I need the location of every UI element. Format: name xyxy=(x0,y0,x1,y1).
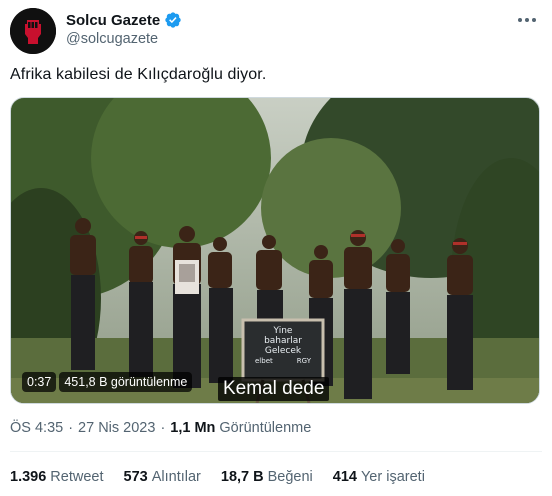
tweet-text: Afrika kabilesi de Kılıçdaroğlu diyor. xyxy=(10,66,267,83)
retweets-label: Retweet xyxy=(50,469,104,485)
bookmarks-label: Yer işareti xyxy=(360,469,425,485)
retweets-count: 1.396 xyxy=(10,469,47,485)
sign-line: elbet xyxy=(255,357,273,365)
video-player[interactable]: Yine baharlar Gelecek elbet RGY xyxy=(10,97,540,404)
video-duration: 0:37 xyxy=(22,372,57,392)
quotes-label: Alıntılar xyxy=(151,469,201,485)
author-name[interactable]: Solcu Gazete xyxy=(66,11,182,29)
video-subtitle: Kemal dede xyxy=(218,377,330,401)
more-options-icon xyxy=(518,18,536,22)
likes-label: Beğeni xyxy=(267,469,313,485)
author-handle[interactable]: @solcugazete xyxy=(66,31,158,47)
views-count: 1,1 Mn xyxy=(170,420,216,436)
sign-text: Yine baharlar Gelecek elbet RGY xyxy=(245,326,321,366)
video-views-overlay: 451,8 B görüntülenme xyxy=(59,372,193,392)
author-name-text[interactable]: Solcu Gazete xyxy=(66,12,160,29)
tweet-meta: ÖS 4:35 · 27 Nis 2023 · 1,1 Mn Görüntüle… xyxy=(10,420,311,436)
raised-fist-logo xyxy=(10,8,56,54)
separator-dot: · xyxy=(160,420,166,436)
verified-badge-icon xyxy=(165,12,181,28)
video-info-overlay: 0:37 451,8 B görüntülenme xyxy=(22,372,193,392)
avatar[interactable] xyxy=(10,8,56,54)
sign-line: RGY xyxy=(296,357,311,365)
bookmarks-count: 414 xyxy=(332,469,357,485)
divider xyxy=(10,451,542,452)
bookmarks-stat[interactable]: 414 Yer işareti xyxy=(333,469,425,485)
quotes-count: 573 xyxy=(123,469,148,485)
quotes-stat[interactable]: 573 Alıntılar xyxy=(124,469,201,485)
engagement-stats: 1.396 Retweet 573 Alıntılar 18,7 B Beğen… xyxy=(10,469,425,485)
sign-line: Yine xyxy=(273,326,293,336)
likes-stat[interactable]: 18,7 B Beğeni xyxy=(221,469,313,485)
tweet-date[interactable]: 27 Nis 2023 xyxy=(78,420,155,436)
sign-line: Gelecek xyxy=(264,346,302,356)
more-options-button[interactable] xyxy=(516,10,538,30)
separator-dot: · xyxy=(68,420,74,436)
sign-line: baharlar xyxy=(264,336,302,346)
tweet-time[interactable]: ÖS 4:35 xyxy=(10,420,63,436)
views-label: Görüntülenme xyxy=(219,420,312,436)
likes-count: 18,7 B xyxy=(220,469,264,485)
retweets-stat[interactable]: 1.396 Retweet xyxy=(10,469,104,485)
